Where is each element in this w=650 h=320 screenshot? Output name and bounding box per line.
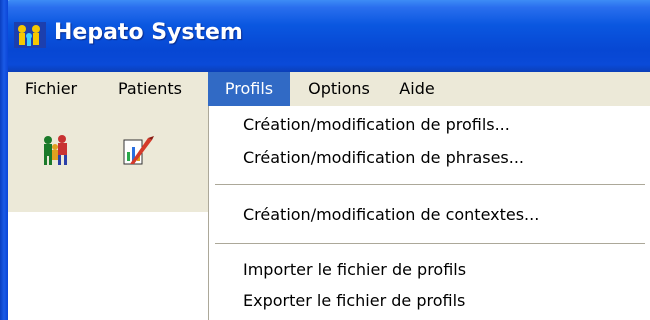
title-bar[interactable]: Hepato System (0, 0, 650, 72)
menu-options[interactable]: Options (294, 72, 384, 106)
app-window: Hepato System Fichier Patients Profils O… (0, 0, 650, 320)
menu-bar: Fichier Patients Profils Options Aide (8, 72, 650, 106)
patients-group-icon[interactable] (38, 134, 74, 168)
menuitem-creation-modification-profils[interactable]: Création/modification de profils... (209, 110, 650, 140)
toolbar (8, 106, 208, 213)
menu-separator (215, 243, 645, 244)
hepato-app-icon (14, 22, 46, 48)
menu-separator (215, 184, 645, 185)
menu-patients[interactable]: Patients (100, 72, 200, 106)
menuitem-creation-modification-phrases[interactable]: Création/modification de phrases... (209, 143, 650, 173)
menu-profils[interactable]: Profils (208, 72, 290, 106)
menu-fichier[interactable]: Fichier (8, 72, 94, 106)
menu-aide[interactable]: Aide (386, 72, 448, 106)
window-frame-left (0, 0, 8, 320)
menuitem-exporter-fichier-profils[interactable]: Exporter le fichier de profils (209, 286, 650, 316)
profils-dropdown-menu: Création/modification de profils... Créa… (208, 106, 650, 320)
menuitem-creation-modification-contextes[interactable]: Création/modification de contextes... (209, 200, 650, 230)
edit-chart-icon[interactable] (120, 134, 156, 168)
window-title: Hepato System (54, 20, 243, 45)
menuitem-importer-fichier-profils[interactable]: Importer le fichier de profils (209, 255, 650, 285)
